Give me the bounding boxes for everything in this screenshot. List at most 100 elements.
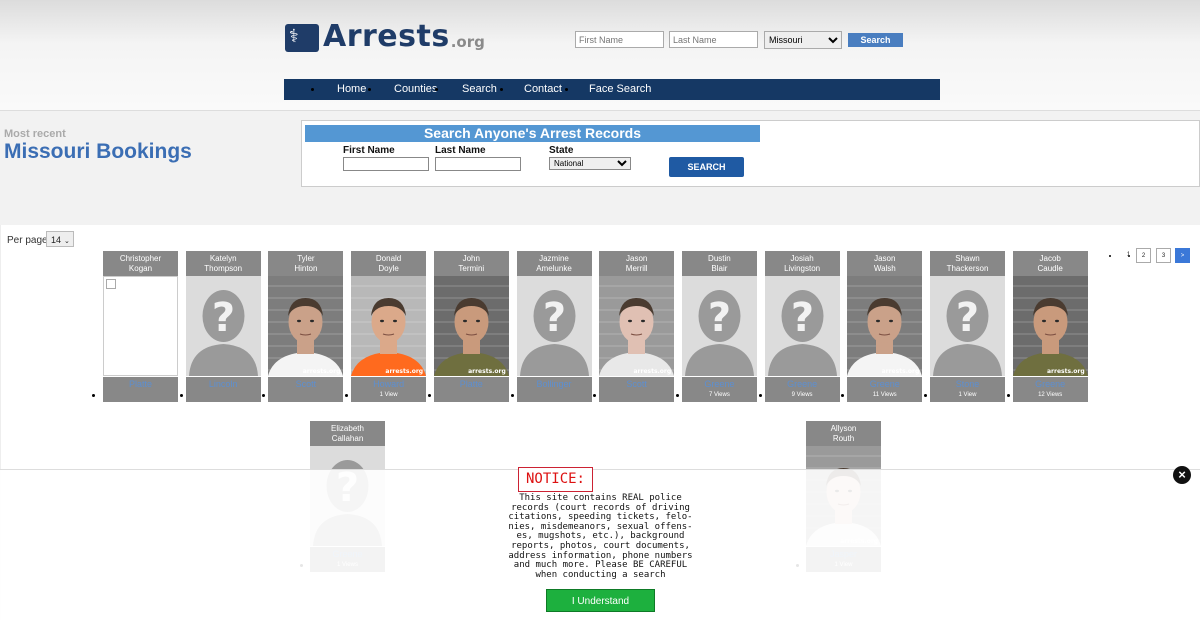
first-name: Tyler (297, 254, 315, 263)
booking-photo[interactable]: arrests.org (1012, 276, 1088, 376)
svg-text:?: ? (708, 295, 731, 341)
booking-card[interactable]: Donald Doyle arrests.org Howard 1 View (351, 251, 427, 402)
booking-card[interactable]: Jazmine Amelunke? Bollinger (516, 251, 592, 402)
county-link[interactable]: Lincoln (186, 379, 261, 389)
booking-photo[interactable] (103, 276, 178, 376)
booking-photo[interactable]: arrests.org (433, 276, 509, 376)
first-name: Shawn (955, 254, 980, 263)
booking-card[interactable]: John Termini arrests.org Platte (433, 251, 509, 402)
page-link[interactable]: 3 (1156, 248, 1171, 263)
page-link[interactable]: > (1175, 248, 1190, 263)
booking-name[interactable]: Christopher Kogan (103, 251, 178, 276)
booking-name[interactable]: John Termini (433, 251, 509, 276)
county-link[interactable]: Platte (434, 379, 509, 389)
last-name: Amelunke (536, 264, 572, 273)
booking-card[interactable]: Dustin Blair? Greene 7 Views (681, 251, 757, 402)
first-name: Jazmine (539, 254, 569, 263)
booking-photo[interactable]: arrests.org (847, 276, 923, 376)
county-link[interactable]: Greene (1013, 379, 1088, 389)
booking-footer: Stone 1 View (930, 377, 1005, 402)
search-box-title: Search Anyone's Arrest Records (305, 125, 760, 142)
booking-name[interactable]: Donald Doyle (351, 251, 427, 276)
nav-search[interactable]: Search (462, 79, 497, 100)
county-link[interactable]: Scott (268, 379, 343, 389)
most-recent-label: Most recent (4, 128, 66, 140)
mugshot-photo (433, 276, 509, 376)
nav-contact[interactable]: Contact (524, 79, 562, 100)
booking-photo[interactable]: ? (185, 276, 261, 376)
booking-name[interactable]: Katelyn Thompson (185, 251, 261, 276)
booking-photo[interactable]: ? (681, 276, 757, 376)
placeholder-silhouette-icon: ? (764, 276, 840, 376)
county-link[interactable]: Stone (930, 379, 1005, 389)
nav-bullet (565, 88, 568, 91)
first-name: John (462, 254, 480, 263)
booking-name[interactable]: Jazmine Amelunke (516, 251, 592, 276)
first-name: Jason (874, 254, 896, 263)
search-box: Search Anyone's Arrest Records First Nam… (301, 120, 1200, 187)
per-page-select[interactable]: 14 ⌄ (46, 231, 74, 247)
page-link[interactable]: 1 (1121, 248, 1136, 263)
booking-photo[interactable]: ? (764, 276, 840, 376)
svg-text:?: ? (212, 295, 235, 341)
booking-name[interactable]: Josiah Livingston (764, 251, 840, 276)
booking-photo[interactable]: ? (930, 276, 1005, 376)
header-first-name-input[interactable] (575, 31, 664, 48)
list-bullet (1006, 394, 1010, 397)
booking-card[interactable]: Christopher Kogan Platte (103, 251, 178, 402)
county-link[interactable]: Scott (599, 379, 674, 389)
booking-name[interactable]: Jacob Caudle (1012, 251, 1088, 276)
list-bullet (92, 394, 95, 397)
nav-face-search[interactable]: Face Search (589, 79, 651, 100)
booking-card[interactable]: Katelyn Thompson? Lincoln (185, 251, 261, 402)
last-name: Doyle (378, 264, 399, 273)
booking-name[interactable]: Dustin Blair (681, 251, 757, 276)
booking-card[interactable]: Tyler Hinton arrests.org Scott (268, 251, 344, 402)
header-state-select[interactable]: Missouri (764, 31, 842, 49)
i-understand-button[interactable]: I Understand (546, 589, 655, 612)
nav-home[interactable]: Home (337, 79, 366, 100)
header-last-name-input[interactable] (669, 31, 758, 48)
booking-card[interactable]: Jacob Caudle arrests.org Greene 12 Views (1012, 251, 1088, 402)
booking-card[interactable]: Jason Merrill arrests.org Scott (599, 251, 675, 402)
booking-name[interactable]: Tyler Hinton (268, 251, 344, 276)
first-name: Allyson (830, 424, 857, 433)
state-select[interactable]: National (549, 157, 631, 170)
page-link[interactable]: 2 (1136, 248, 1151, 263)
search-button[interactable]: SEARCH (669, 157, 744, 177)
close-icon[interactable]: × (1173, 466, 1191, 484)
watermark-logo: arrests.org (633, 368, 672, 375)
booking-name[interactable]: Jason Walsh (847, 251, 923, 276)
county-link[interactable]: Howard (351, 379, 426, 389)
first-name-label: First Name (343, 145, 395, 156)
booking-name[interactable]: Elizabeth Callahan (310, 421, 385, 446)
first-name-input[interactable] (343, 157, 429, 171)
site-logo[interactable]: ⚕ Arrests .org (285, 20, 485, 52)
booking-card[interactable]: Josiah Livingston? Greene 9 Views (764, 251, 840, 402)
handcuffs-icon: ⚕ (285, 24, 319, 52)
booking-photo[interactable]: arrests.org (351, 276, 427, 376)
placeholder-silhouette-icon: ? (930, 276, 1005, 376)
first-name: Katelyn (209, 254, 237, 263)
last-name-input[interactable] (435, 157, 521, 171)
booking-photo[interactable]: arrests.org (599, 276, 675, 376)
nav-counties[interactable]: Counties (394, 79, 437, 100)
county-link[interactable]: Greene (682, 379, 757, 389)
county-link[interactable]: Bollinger (517, 379, 592, 389)
notice-body: This site contains REAL police records (… (508, 493, 693, 580)
booking-footer: Bollinger (516, 377, 592, 402)
booking-photo[interactable]: ? (516, 276, 592, 376)
booking-name[interactable]: Jason Merrill (599, 251, 675, 276)
booking-name[interactable]: Shawn Thackerson (930, 251, 1005, 276)
county-link[interactable]: Platte (103, 379, 178, 389)
last-name: Routh (832, 434, 855, 443)
county-link[interactable]: Greene (765, 379, 840, 389)
booking-card[interactable]: Shawn Thackerson? Stone 1 View (930, 251, 1005, 402)
first-name: Christopher (119, 254, 162, 263)
booking-name[interactable]: Allyson Routh (806, 421, 881, 446)
watermark-logo: arrests.org (468, 368, 506, 375)
booking-card[interactable]: Jason Walsh arrests.org Greene 11 Views (847, 251, 923, 402)
county-link[interactable]: Greene (847, 379, 922, 389)
booking-photo[interactable]: arrests.org (268, 276, 344, 376)
header-search-button[interactable]: Search (848, 33, 903, 47)
